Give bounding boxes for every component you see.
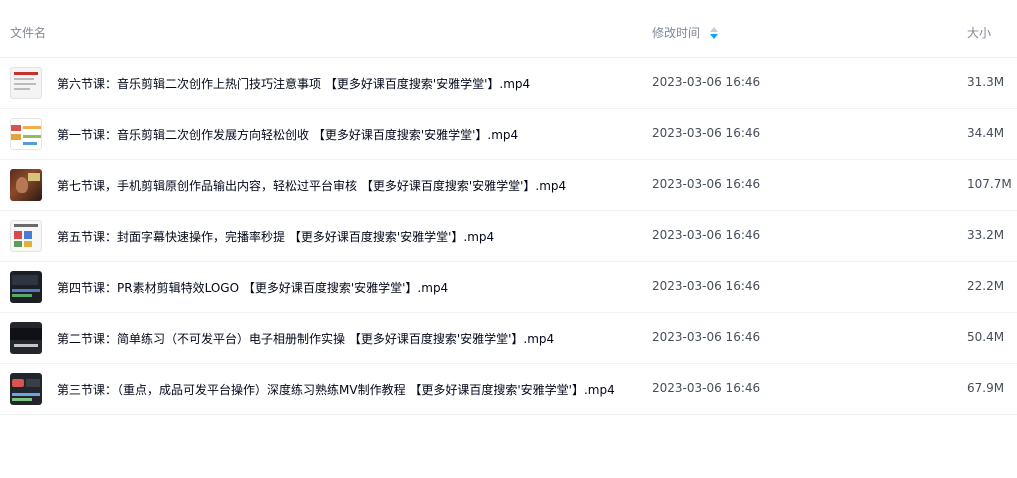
column-header-time-label: 修改时间	[652, 26, 701, 40]
file-name[interactable]: 第四节课：PR素材剪辑特效LOGO 【更多好课百度搜索'安雅学堂'】.mp4	[57, 279, 448, 296]
file-size: 22.2M	[967, 279, 1005, 293]
sort-up-icon	[710, 26, 719, 32]
column-header-time[interactable]: 修改时间	[652, 24, 719, 41]
file-modified-time: 2023-03-06 16:46	[652, 75, 761, 89]
file-modified-time: 2023-03-06 16:46	[652, 279, 761, 293]
file-size: 107.7M	[967, 177, 1012, 191]
file-size: 34.4M	[967, 126, 1005, 140]
file-name[interactable]: 第七节课，手机剪辑原创作品输出内容，轻松过平台审核 【更多好课百度搜索'安雅学堂…	[57, 177, 566, 194]
file-modified-time: 2023-03-06 16:46	[652, 330, 761, 344]
video-thumbnail-icon	[10, 373, 42, 405]
file-size: 31.3M	[967, 75, 1005, 89]
file-modified-time: 2023-03-06 16:46	[652, 177, 761, 191]
file-list: 文件名 修改时间 大小 第六节课：音乐剪辑二次创作上热门技巧注意事项 【更多好课…	[0, 0, 1017, 415]
file-row[interactable]: 第一节课：音乐剪辑二次创作发展方向轻松创收 【更多好课百度搜索'安雅学堂'】.m…	[0, 109, 1017, 160]
sort-icon[interactable]	[710, 26, 719, 39]
file-name[interactable]: 第二节课：简单练习（不可发平台）电子相册制作实操 【更多好课百度搜索'安雅学堂'…	[57, 330, 554, 347]
file-row[interactable]: 第五节课：封面字幕快速操作，完播率秒提 【更多好课百度搜索'安雅学堂'】.mp4…	[0, 211, 1017, 262]
file-name[interactable]: 第一节课：音乐剪辑二次创作发展方向轻松创收 【更多好课百度搜索'安雅学堂'】.m…	[57, 126, 518, 143]
file-row[interactable]: 第四节课：PR素材剪辑特效LOGO 【更多好课百度搜索'安雅学堂'】.mp4 2…	[0, 262, 1017, 313]
column-header-size[interactable]: 大小	[967, 24, 991, 41]
video-thumbnail-icon	[10, 169, 42, 201]
column-header-name[interactable]: 文件名	[10, 24, 46, 41]
video-thumbnail-icon	[10, 322, 42, 354]
file-name[interactable]: 第三节课：（重点，成品可发平台操作）深度练习熟练MV制作教程 【更多好课百度搜索…	[57, 381, 615, 398]
sort-down-icon	[710, 33, 719, 39]
file-name[interactable]: 第五节课：封面字幕快速操作，完播率秒提 【更多好课百度搜索'安雅学堂'】.mp4	[57, 228, 494, 245]
file-modified-time: 2023-03-06 16:46	[652, 126, 761, 140]
file-size: 50.4M	[967, 330, 1005, 344]
video-thumbnail-icon	[10, 220, 42, 252]
file-row[interactable]: 第三节课：（重点，成品可发平台操作）深度练习熟练MV制作教程 【更多好课百度搜索…	[0, 364, 1017, 415]
video-thumbnail-icon	[10, 118, 42, 150]
file-size: 33.2M	[967, 228, 1005, 242]
file-size: 67.9M	[967, 381, 1005, 395]
file-name[interactable]: 第六节课：音乐剪辑二次创作上热门技巧注意事项 【更多好课百度搜索'安雅学堂'】.…	[57, 75, 530, 92]
file-row[interactable]: 第二节课：简单练习（不可发平台）电子相册制作实操 【更多好课百度搜索'安雅学堂'…	[0, 313, 1017, 364]
video-thumbnail-icon	[10, 271, 42, 303]
video-thumbnail-icon	[10, 67, 42, 99]
file-row[interactable]: 第六节课：音乐剪辑二次创作上热门技巧注意事项 【更多好课百度搜索'安雅学堂'】.…	[0, 58, 1017, 109]
file-row[interactable]: 第七节课，手机剪辑原创作品输出内容，轻松过平台审核 【更多好课百度搜索'安雅学堂…	[0, 160, 1017, 211]
file-modified-time: 2023-03-06 16:46	[652, 381, 761, 395]
file-list-header: 文件名 修改时间 大小	[0, 0, 1017, 58]
file-modified-time: 2023-03-06 16:46	[652, 228, 761, 242]
